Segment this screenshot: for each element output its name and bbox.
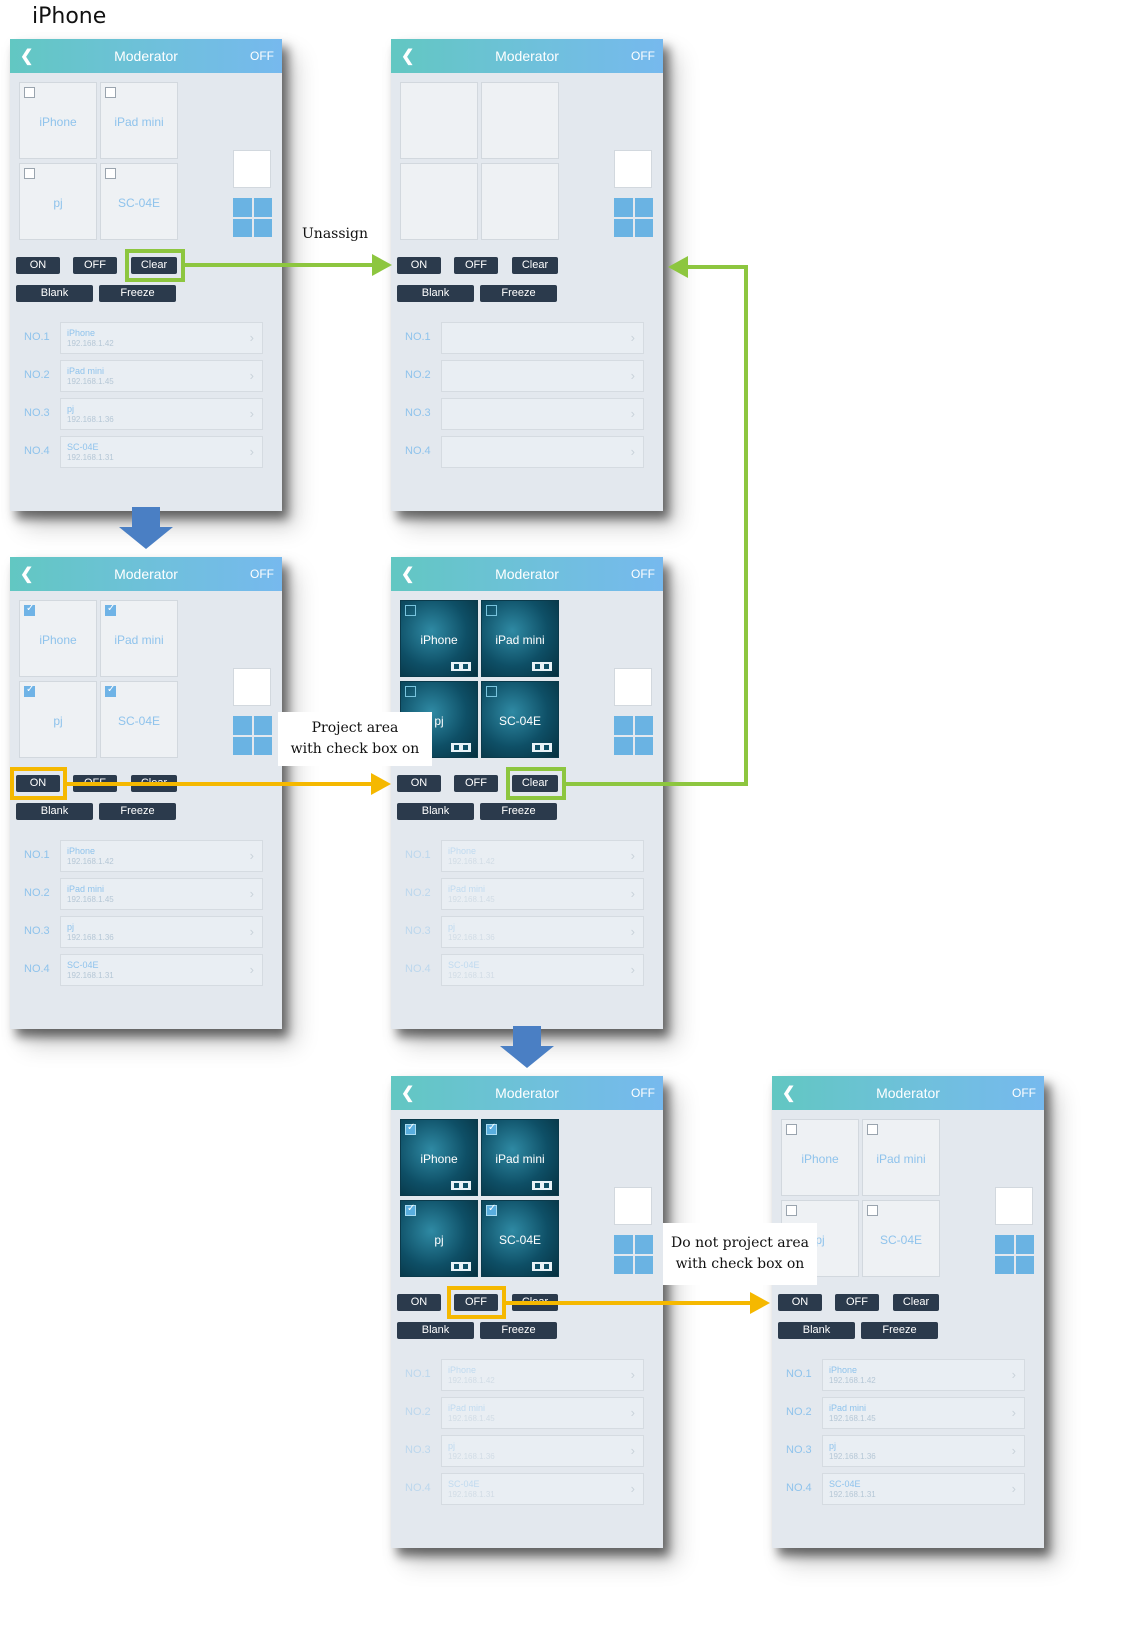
project-annotation-line1: Project area bbox=[311, 720, 399, 736]
down-arrow-icon bbox=[119, 507, 173, 549]
green-elbow-line bbox=[565, 265, 748, 786]
yellow-off-arrow-head bbox=[750, 1292, 770, 1314]
down-arrow-icon bbox=[500, 1026, 554, 1068]
unassign-annotation: Unassign bbox=[302, 226, 368, 242]
flow-arrows bbox=[67, 254, 770, 1314]
yellow-on-arrow-head bbox=[371, 773, 391, 795]
noproject-annotation-line1: Do not project area bbox=[671, 1235, 809, 1251]
noproject-annotation-line2: with check box on bbox=[675, 1256, 805, 1272]
project-annotation: Project area with check box on bbox=[278, 712, 432, 766]
green-arrow-head bbox=[372, 254, 392, 276]
project-annotation-line2: with check box on bbox=[290, 741, 420, 757]
green-elbow-head bbox=[668, 256, 688, 278]
noproject-annotation: Do not project area with check box on bbox=[663, 1223, 817, 1285]
